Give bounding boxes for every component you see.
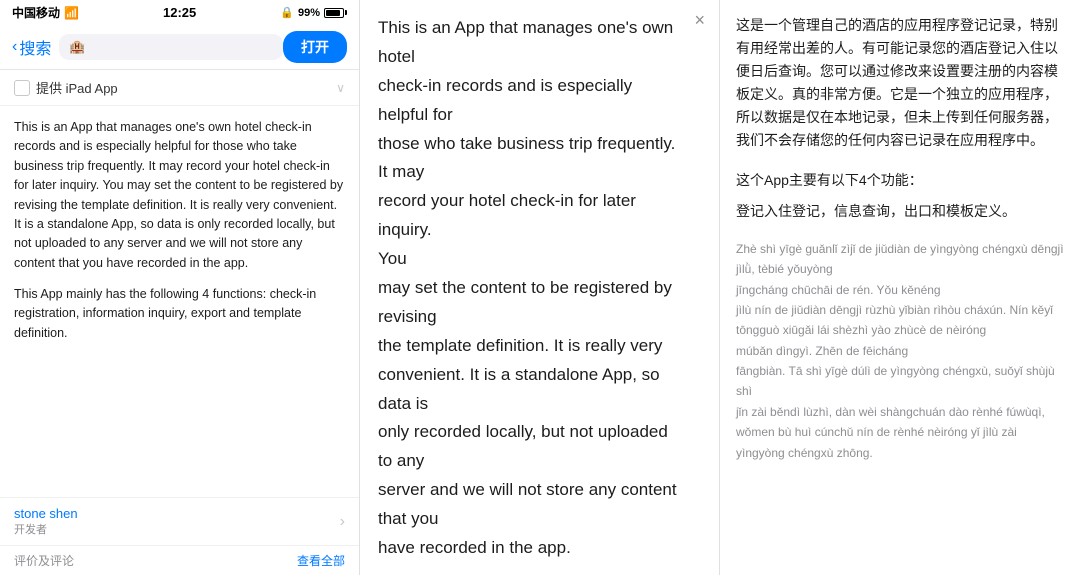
review-left-label: 评价及评论 [14,552,74,569]
app-description: This is an App that manages one's own ho… [0,106,359,497]
back-button[interactable]: ‹ 搜索 [12,35,51,59]
description-paragraph-1: This is an App that manages one's own ho… [14,118,345,273]
description-paragraph-2: This App mainly has the following 4 func… [14,285,345,343]
highlighted-you: You [378,245,407,274]
review-bar: 评价及评论 查看全部 [0,545,359,575]
middle-content: This is an App that manages one's own ho… [360,0,719,575]
left-panel: 中国移动 📶 12:25 🔒 99% ‹ 搜索 🏨 打开 提供 iPad App… [0,0,360,575]
wifi-icon: 📶 [64,6,79,20]
back-label: 搜索 [19,35,51,59]
search-bar: ‹ 搜索 🏨 打开 [0,25,359,70]
carrier-label: 中国移动 [12,4,60,21]
chevron-down-icon: ∨ [336,81,345,95]
chinese-main-text: 这是一个管理自己的酒店的应用程序登记记录，特别有用经常出差的人。有可能记录您的酒… [736,14,1064,153]
close-button[interactable]: × [694,10,705,31]
ipad-label: 提供 iPad App [36,78,330,97]
chinese-functions-list: 登记入住登记，信息查询，出口和模板定义。 [736,200,1064,223]
lock-icon: 🔒 [280,6,294,19]
back-chevron-icon: ‹ [12,38,17,56]
app-icon-small: 🏨 [69,39,85,55]
open-button[interactable]: 打开 [283,31,347,63]
highlighted-that-you: that you [378,509,439,528]
developer-name: stone shen [14,506,340,521]
status-right: 🔒 99% [280,6,347,19]
right-content: 这是一个管理自己的酒店的应用程序登记记录，特别有用经常出差的人。有可能记录您的酒… [720,0,1080,575]
developer-role: 开发者 [14,521,340,537]
status-left: 中国移动 📶 [12,4,79,21]
right-panel: 这是一个管理自己的酒店的应用程序登记记录，特别有用经常出差的人。有可能记录您的酒… [720,0,1080,575]
status-time: 12:25 [163,5,196,20]
developer-row[interactable]: stone shen 开发者 › [0,497,359,545]
middle-text-line: This is an App that manages one's own ho… [378,18,677,557]
battery-icon [324,8,347,18]
pinyin-text: Zhè shì yīgè guǎnlǐ zìjǐ de jiǔdiàn de y… [736,239,1064,463]
status-bar: 中国移动 📶 12:25 🔒 99% [0,0,359,25]
middle-paragraph-1: This is an App that manages one's own ho… [378,14,679,563]
ipad-check-row[interactable]: 提供 iPad App ∨ [0,70,359,106]
chinese-functions-header: 这个App主要有以下4个功能： [736,169,1064,192]
ipad-checkbox[interactable] [14,80,30,96]
developer-info: stone shen 开发者 [14,506,340,537]
battery-label: 99% [298,7,320,19]
middle-panel: × This is an App that manages one's own … [360,0,720,575]
search-input-area[interactable]: 🏨 [59,34,283,60]
developer-chevron-icon: › [340,513,345,531]
review-right-label[interactable]: 查看全部 [297,552,345,569]
highlighted-revising: revising [378,307,437,326]
